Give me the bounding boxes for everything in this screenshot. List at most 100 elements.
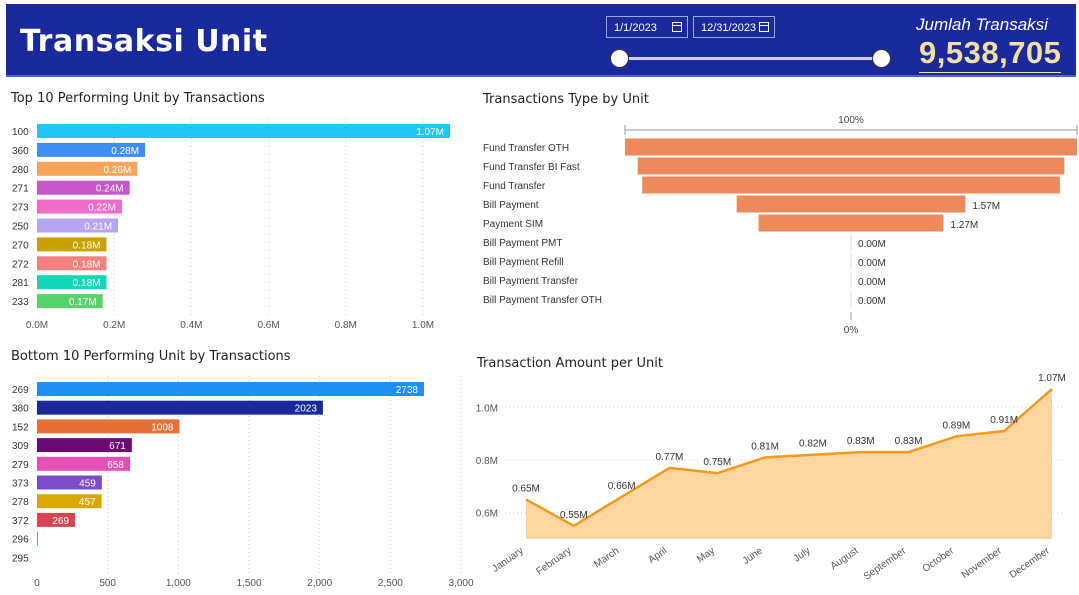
data-label: 0.66M — [608, 481, 636, 492]
data-label: 1008 — [151, 422, 174, 433]
data-label: 0.77M — [656, 452, 684, 463]
category-label: 270 — [12, 240, 29, 251]
x-tick-label: 0.0M — [26, 320, 48, 331]
funnel-category-label: Bill Payment Transfer OTH — [483, 295, 602, 306]
data-label: 0.55M — [560, 510, 588, 521]
funnel-bar — [736, 195, 966, 213]
data-label: 0.89M — [942, 420, 970, 431]
y-tick-label: 0.6M — [476, 509, 498, 520]
y-tick-label: 1.0M — [476, 403, 498, 414]
category-label: 296 — [12, 535, 29, 546]
data-label: 0.22M — [88, 203, 116, 214]
data-label: 658 — [107, 460, 124, 471]
funnel-data-label: 1.57M — [972, 201, 1000, 212]
data-label: 0.83M — [895, 436, 923, 447]
data-label: 0.18M — [73, 278, 101, 289]
x-tick-label: December — [1008, 545, 1053, 581]
category-label: 233 — [12, 297, 29, 308]
x-tick-label: August — [829, 545, 861, 572]
funnel-bottom-label: 0% — [844, 325, 859, 336]
x-tick-label: 3,000 — [448, 578, 473, 589]
x-tick-label: 2,500 — [378, 578, 403, 589]
category-label: 281 — [12, 278, 29, 289]
category-label: 273 — [12, 203, 29, 214]
funnel-category-label: Bill Payment — [483, 200, 539, 211]
category-label: 372 — [12, 516, 29, 527]
data-label: 0.24M — [96, 184, 124, 195]
data-label: 0.65M — [512, 484, 540, 495]
funnel-data-label: 0.00M — [858, 239, 886, 250]
x-tick-label: 1,500 — [236, 578, 261, 589]
data-label: 1.07M — [416, 127, 444, 138]
funnel-data-label: 0.00M — [858, 258, 886, 269]
x-tick-label: 0.2M — [103, 320, 125, 331]
funnel-category-label: Bill Payment Refill — [483, 257, 564, 268]
category-label: 100 — [12, 127, 29, 138]
x-tick-label: 0 — [34, 578, 40, 589]
funnel-bar — [625, 138, 1077, 156]
bar — [37, 400, 323, 415]
data-label: 269 — [52, 516, 69, 527]
category-label: 280 — [12, 165, 29, 176]
category-label: 269 — [12, 385, 29, 396]
x-tick-label: July — [792, 545, 813, 564]
funnel-category-label: Bill Payment Transfer — [483, 276, 579, 287]
category-label: 250 — [12, 222, 29, 233]
category-label: 279 — [12, 460, 29, 471]
data-label: 0.17M — [69, 297, 97, 308]
funnel-category-label: Fund Transfer BI Fast — [483, 162, 580, 173]
data-label: 671 — [109, 441, 126, 452]
data-label: 457 — [79, 497, 96, 508]
funnel-bar — [642, 176, 1060, 194]
data-label: 1.07M — [1038, 373, 1066, 384]
x-tick-label: January — [490, 545, 525, 574]
charts-canvas: 0.0M 0.2M 0.4M 0.6M 0.8M 1.0M 100 1.07M 360 0.28M… — [12, 115, 1078, 589]
funnel-top-label: 100% — [838, 115, 864, 126]
category-label: 360 — [12, 146, 29, 157]
x-tick-label: 2,000 — [307, 578, 332, 589]
x-tick-label: 0.4M — [180, 320, 202, 331]
x-tick-label: May — [695, 545, 717, 565]
category-label: 278 — [12, 497, 29, 508]
funnel-data-label: 1.27M — [950, 220, 978, 231]
x-tick-label: November — [960, 545, 1005, 581]
area-fill — [526, 388, 1052, 539]
category-label: 380 — [12, 404, 29, 415]
category-label: 309 — [12, 441, 29, 452]
x-tick-label: September — [862, 545, 909, 582]
category-label: 272 — [12, 259, 29, 270]
data-label: 2023 — [295, 404, 318, 415]
data-label: 0.28M — [111, 146, 139, 157]
x-tick-label: October — [921, 545, 957, 575]
data-label: 0.91M — [990, 415, 1018, 426]
x-tick-label: March — [592, 545, 621, 570]
funnel-category-label: Fund Transfer — [483, 181, 546, 192]
x-tick-label: April — [646, 545, 669, 565]
category-label: 271 — [12, 184, 29, 195]
x-tick-label: February — [534, 545, 573, 577]
bar — [37, 531, 38, 546]
x-tick-label: 1.0M — [412, 320, 434, 331]
data-label: 0.83M — [847, 436, 875, 447]
data-label: 0.21M — [84, 222, 112, 233]
funnel-category-label: Payment SIM — [483, 219, 543, 230]
data-label: 0.26M — [104, 165, 132, 176]
funnel-bar — [637, 157, 1065, 175]
x-tick-label: 0.8M — [335, 320, 357, 331]
x-tick-label: 1,000 — [166, 578, 191, 589]
category-label: 373 — [12, 479, 29, 490]
bar — [37, 124, 450, 138]
funnel-category-label: Bill Payment PMT — [483, 238, 562, 249]
funnel-data-label: 0.00M — [858, 296, 886, 307]
funnel-bar — [758, 214, 944, 232]
data-label: 0.82M — [799, 439, 827, 450]
bar — [37, 382, 424, 396]
category-label: 295 — [12, 553, 29, 564]
x-tick-label: 0.6M — [257, 320, 279, 331]
data-label: 459 — [79, 479, 96, 490]
data-label: 0.18M — [73, 259, 101, 270]
funnel-category-label: Fund Transfer OTH — [483, 143, 569, 154]
x-tick-label: 500 — [99, 578, 116, 589]
data-label: 2738 — [396, 385, 419, 396]
data-label: 0.75M — [703, 457, 731, 468]
